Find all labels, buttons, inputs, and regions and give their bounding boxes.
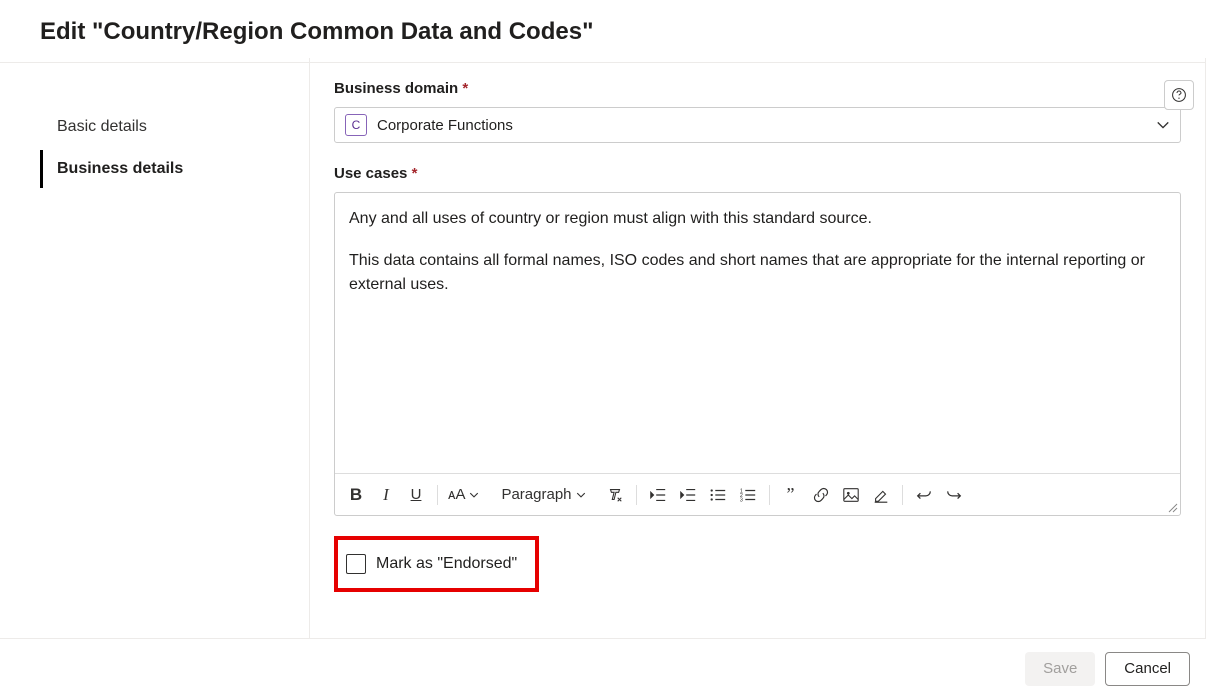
bullet-list-button[interactable] [703,480,733,510]
rte-toolbar: B I U ᴀA Paragraph [335,473,1180,515]
use-cases-para-2: This data contains all formal names, ISO… [349,249,1166,297]
numbered-list-button[interactable]: 123 [733,480,763,510]
required-mark: * [462,80,468,97]
help-button[interactable] [1164,80,1194,110]
image-button[interactable] [836,480,866,510]
sidebar: Basic details Business details [0,58,310,638]
separator [769,485,770,505]
use-cases-textarea[interactable]: Any and all uses of country or region mu… [335,193,1180,473]
paragraph-style-button[interactable]: Paragraph [497,486,589,503]
footer: Save Cancel [0,638,1206,698]
endorse-checkbox[interactable] [346,554,366,574]
help-icon [1171,87,1187,103]
italic-button[interactable]: I [371,480,401,510]
domain-chip: C [345,114,367,136]
highlight-button[interactable] [866,480,896,510]
business-domain-value: Corporate Functions [377,117,1156,134]
bold-button[interactable]: B [341,480,371,510]
font-size-button[interactable]: ᴀA [444,486,483,503]
chevron-down-icon [1156,118,1170,132]
save-button[interactable]: Save [1025,652,1095,686]
svg-text:3: 3 [739,497,742,503]
required-mark: * [412,165,418,182]
use-cases-editor: Any and all uses of country or region mu… [334,192,1181,516]
resize-handle-icon[interactable] [1166,501,1178,513]
use-cases-para-1: Any and all uses of country or region mu… [349,207,1166,231]
separator [636,485,637,505]
page-title: Edit "Country/Region Common Data and Cod… [40,18,1166,46]
indent-button[interactable] [673,480,703,510]
outdent-button[interactable] [643,480,673,510]
use-cases-label: Use cases * [334,165,1181,182]
endorse-label: Mark as "Endorsed" [376,555,517,573]
sidebar-item-basic-details[interactable]: Basic details [40,108,309,146]
business-domain-dropdown[interactable]: C Corporate Functions [334,107,1181,143]
separator [902,485,903,505]
redo-button[interactable] [939,480,969,510]
sidebar-item-business-details[interactable]: Business details [40,150,309,188]
separator [437,485,438,505]
endorse-row: Mark as "Endorsed" [334,536,539,592]
undo-button[interactable] [909,480,939,510]
underline-button[interactable]: U [401,480,431,510]
cancel-button[interactable]: Cancel [1105,652,1190,686]
clear-format-button[interactable] [600,480,630,510]
quote-button[interactable]: ” [776,480,806,510]
link-button[interactable] [806,480,836,510]
main-panel: Business domain * C Corporate Functions … [310,58,1206,638]
business-domain-label: Business domain * [334,80,1181,97]
